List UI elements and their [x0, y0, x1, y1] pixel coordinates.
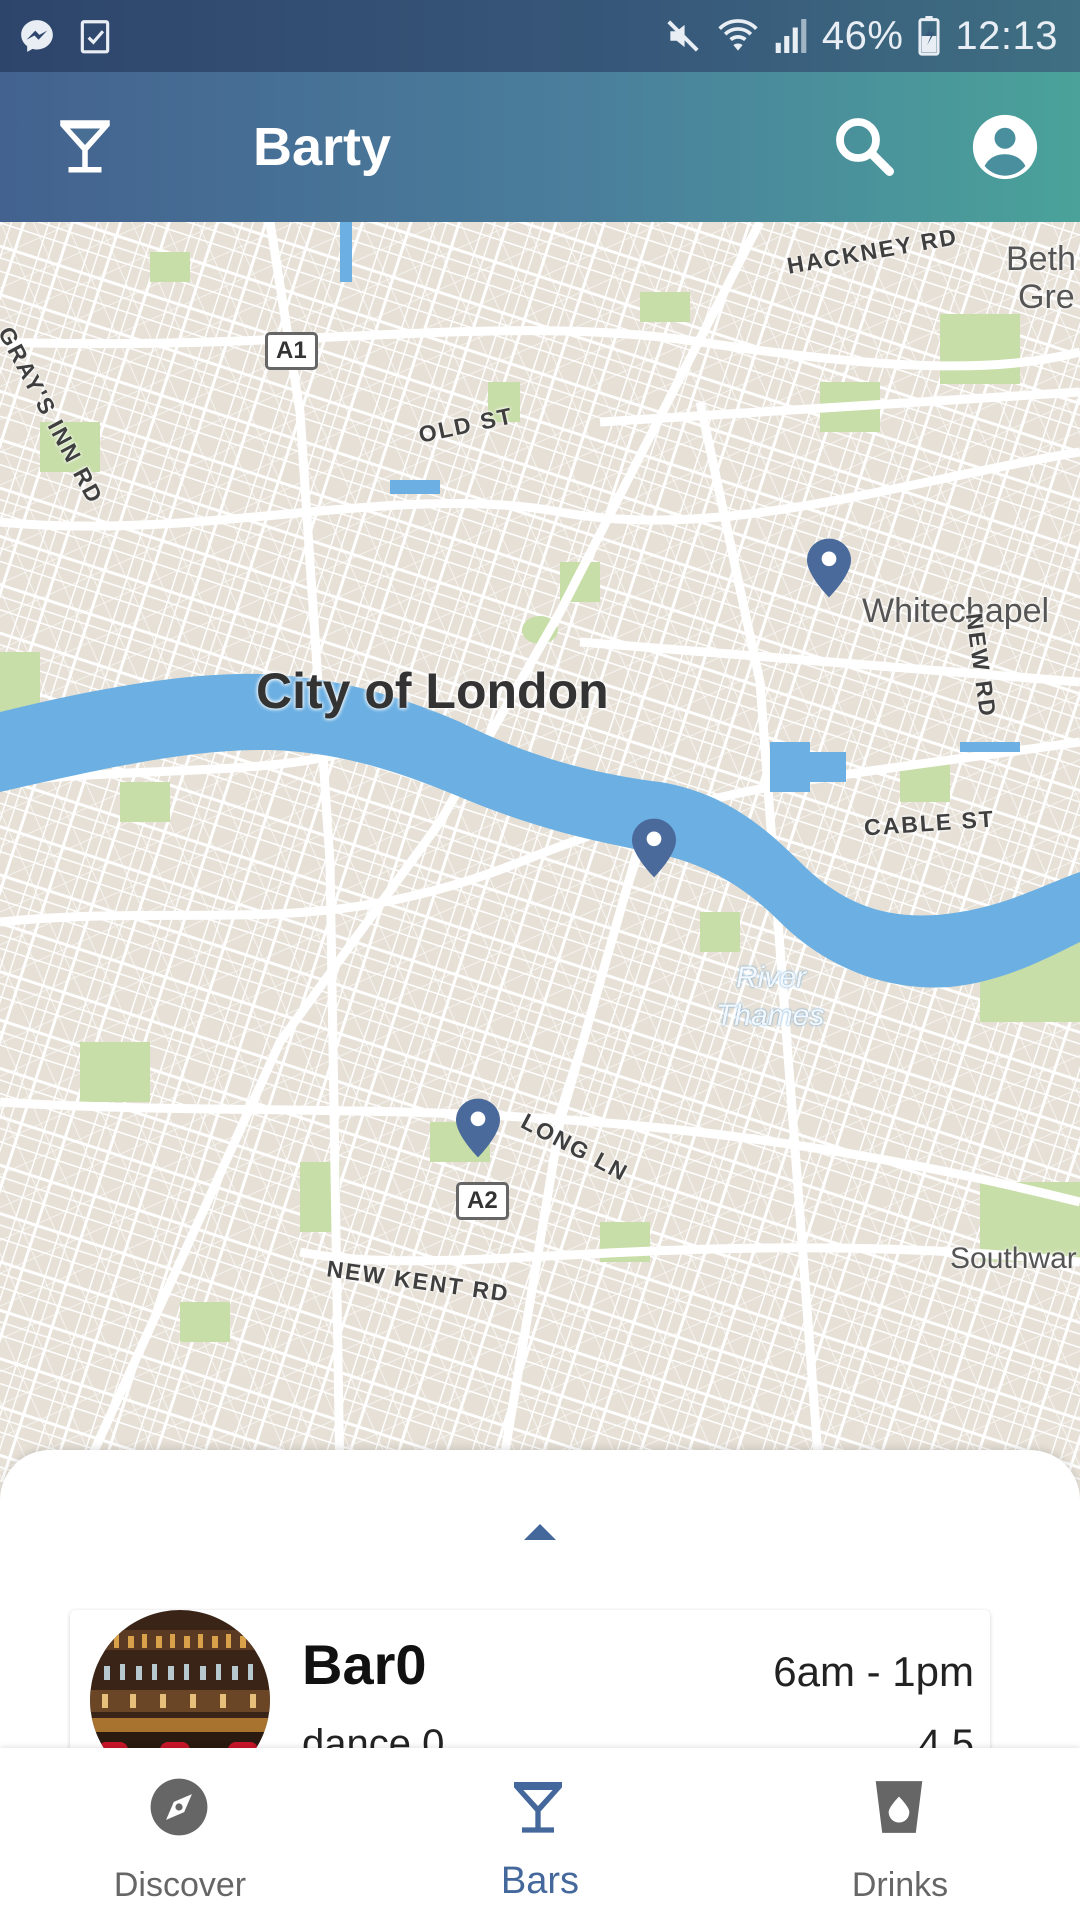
status-bar: 46% 12:13: [0, 0, 1080, 72]
place-label-bethnal: Beth: [1006, 240, 1076, 278]
nav-label-drinks: Drinks: [851, 1866, 949, 1904]
battery-charging-icon: [918, 16, 940, 56]
cup-icon: [875, 1781, 923, 1833]
nav-item-drinks[interactable]: Drinks: [720, 1748, 1080, 1920]
map-pin-icon[interactable]: [807, 538, 851, 598]
cocktail-glass-icon: [514, 1782, 562, 1833]
mute-icon: [667, 20, 699, 52]
place-label-bethnal-2: Gre: [1018, 278, 1075, 316]
map-pin-icon[interactable]: [456, 1098, 500, 1158]
river-label-line-1: River: [736, 961, 807, 994]
road-shield-a2: A2: [456, 1182, 509, 1220]
bar-thumbnail: [90, 1610, 270, 1770]
nav-item-bars[interactable]: Bars: [360, 1748, 720, 1920]
map-view[interactable]: HACKNEY RD Beth Gre A1 OLD ST GRAY'S INN…: [0, 222, 1080, 1482]
search-icon[interactable]: [828, 110, 900, 182]
cocktail-glass-icon[interactable]: [52, 112, 118, 178]
road-shield-a1: A1: [265, 332, 318, 370]
wifi-icon: [718, 19, 758, 51]
task-check-icon: [80, 20, 110, 54]
compass-icon: [150, 1778, 208, 1836]
bar-card[interactable]: Bar0 6am - 1pm dance 0 4.5: [70, 1610, 990, 1770]
expand-up-icon[interactable]: [524, 1522, 556, 1542]
bar-hours: 6am - 1pm: [773, 1648, 974, 1695]
bottom-navigation: Discover Bars Drinks: [0, 1748, 1080, 1920]
place-label-city-of-london: City of London: [256, 663, 609, 719]
account-circle-icon[interactable]: [970, 112, 1040, 182]
status-bar-right: 46% 12:13: [664, 0, 1058, 72]
app-title: Barty: [253, 117, 392, 177]
map-pin-icon[interactable]: [632, 818, 676, 878]
river-label-line-2: Thames: [716, 999, 825, 1032]
place-label-southwark: Southwar: [950, 1242, 1077, 1275]
messenger-icon: [21, 20, 53, 52]
place-label-whitechapel: Whitechapel: [862, 592, 1050, 630]
nav-item-discover[interactable]: Discover: [0, 1748, 360, 1920]
signal-icon: [775, 19, 807, 53]
nav-label-discover: Discover: [113, 1866, 247, 1904]
battery-percent: 46%: [821, 13, 904, 58]
clock: 12:13: [955, 13, 1058, 58]
app-bar: Barty: [0, 72, 1080, 222]
status-bar-left: [0, 17, 112, 55]
bars-bottom-sheet[interactable]: Bar0 6am - 1pm dance 0 4.5: [0, 1450, 1080, 1770]
map-canvas[interactable]: [0, 222, 1080, 1482]
bar-name: Bar0: [302, 1633, 427, 1696]
nav-label-bars: Bars: [500, 1860, 580, 1902]
